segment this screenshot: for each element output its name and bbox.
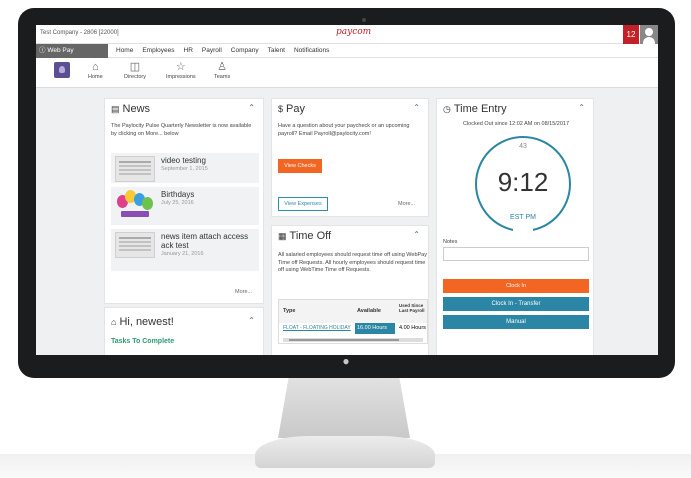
news-icon: ▤: [111, 104, 120, 114]
news-more-link[interactable]: More...: [235, 289, 252, 295]
pay-more-link[interactable]: More...: [398, 201, 415, 207]
clock-in-button[interactable]: Clock In: [443, 279, 589, 293]
top-bar: Test Company - 2806 [22000] paycom 12: [36, 25, 658, 44]
pay-card: $ Pay ⌃ Have a question about your payche…: [271, 98, 429, 217]
home-icon: ⌂: [111, 317, 117, 327]
news-item-date: January 21, 2016: [161, 251, 204, 257]
notification-badge[interactable]: 12: [623, 25, 639, 44]
nav-payroll[interactable]: Payroll: [202, 44, 222, 58]
main-nav: ⓘ Web Pay Home Employees HR Payroll Comp…: [36, 44, 658, 58]
company-name: Test Company - 2806 [22000]: [40, 30, 119, 36]
news-item-date: July 25, 2016: [161, 200, 194, 206]
apple-logo-icon: ●: [342, 354, 350, 368]
time-entry-card: ◷ Time Entry ⌃ Clocked Out since 12:02 AM…: [436, 98, 594, 355]
star-icon: ☆: [175, 61, 186, 73]
time-off-message: All salaried employees should request ti…: [278, 252, 427, 273]
pay-title: $ Pay: [278, 103, 305, 115]
quick-directory-label: Directory: [124, 74, 147, 80]
nav-notifications[interactable]: Notifications: [294, 44, 329, 58]
clock-status: Clocked Out since 12:02 AM on 08/15/2017: [462, 121, 570, 127]
quick-teams[interactable]: ♙ Teams: [214, 60, 230, 80]
news-intro: The Paylocity Pulse Quarterly Newsletter…: [111, 123, 252, 137]
collapse-pay-icon[interactable]: ⌃: [413, 103, 420, 112]
table-header: Type Available Used Since Last Payroll: [279, 300, 427, 323]
greeting-title: ⌂ Hi, newest!: [111, 316, 174, 328]
quick-teams-label: Teams: [214, 74, 231, 80]
brand-logo[interactable]: paycom: [336, 27, 371, 37]
tasks-heading: Tasks To Complete: [111, 338, 175, 345]
quick-impressions[interactable]: ☆ Impressions: [166, 60, 196, 80]
quick-home[interactable]: ⌂ Home: [88, 60, 103, 80]
teams-icon: ♙: [217, 61, 228, 73]
news-item-title: news item attach access ack test: [161, 232, 249, 250]
news-item-title: video testing: [161, 156, 206, 165]
news-title-text: News: [122, 103, 151, 115]
table-row: FLOAT - FLOATING HOLIDAY 16.00 Hours 4.0…: [279, 323, 427, 334]
clock-in-transfer-button[interactable]: Clock In - Transfer: [443, 297, 589, 311]
news-title: ▤ News: [111, 103, 150, 115]
greeting-title-text: Hi, newest!: [119, 316, 174, 328]
balloons-thumbnail: [115, 189, 155, 221]
time-off-card: ▦ Time Off ⌃ All salaried employees shoul…: [271, 225, 429, 355]
quick-home-label: Home: [88, 74, 103, 80]
dollar-icon: $: [278, 104, 284, 114]
notes-label: Notes: [443, 239, 458, 245]
calendar-icon: ▦: [278, 231, 287, 241]
manual-button[interactable]: Manual: [443, 315, 589, 329]
collapse-greeting-icon[interactable]: ⌃: [248, 316, 255, 325]
clock-icon: ◷: [443, 104, 451, 114]
notes-field[interactable]: [443, 247, 589, 261]
view-expenses-button[interactable]: View Expenses: [278, 197, 328, 211]
col-available: Available: [357, 308, 381, 314]
news-item-title: Birthdays: [161, 190, 195, 199]
monitor-stand: [278, 378, 410, 438]
time-off-title: ▦ Time Off: [278, 230, 331, 242]
time-off-table: Type Available Used Since Last Payroll F…: [278, 299, 428, 344]
avatar[interactable]: [54, 62, 70, 78]
quick-tools-bar: ⌂ Home ◫ Directory ☆ Impressions ♙ Teams: [36, 58, 658, 88]
collapse-time-entry-icon[interactable]: ⌃: [578, 103, 585, 112]
screen: Test Company - 2806 [22000] paycom 12 ⓘ …: [36, 25, 658, 355]
nav-company[interactable]: Company: [231, 44, 259, 58]
quick-impressions-label: Impressions: [166, 74, 196, 80]
directory-icon: ◫: [129, 61, 141, 73]
news-item-date: September 1, 2015: [161, 166, 208, 172]
used-hours: 4.00 Hours: [399, 325, 426, 331]
camera-dot: [362, 18, 366, 22]
nav-talent[interactable]: Talent: [268, 44, 285, 58]
greeting-card: ⌂ Hi, newest! ⌃ Tasks To Complete: [104, 307, 264, 355]
clock-zone: EST PM: [510, 214, 536, 221]
col-used: Used Since Last Payroll: [399, 303, 425, 313]
news-item[interactable]: news item attach access ack test January…: [111, 229, 259, 271]
view-checks-button[interactable]: View Checks: [278, 159, 322, 173]
nav-employees[interactable]: Employees: [142, 44, 174, 58]
table-scrollbar[interactable]: [283, 338, 423, 342]
time-off-type-link[interactable]: FLOAT - FLOATING HOLIDAY: [283, 323, 351, 334]
nav-home[interactable]: Home: [116, 44, 133, 58]
monitor-base: [255, 436, 435, 468]
news-item[interactable]: Birthdays July 25, 2016: [111, 187, 259, 225]
news-card: ▤ News ⌃ The Paylocity Pulse Quarterly Ne…: [104, 98, 264, 304]
available-hours: 16.00 Hours: [355, 323, 395, 334]
pay-title-text: Pay: [286, 103, 305, 115]
clock-seconds: 43: [519, 143, 527, 150]
time-entry-title-text: Time Entry: [453, 103, 507, 115]
news-item[interactable]: video testing September 1, 2015: [111, 153, 259, 183]
time-entry-title: ◷ Time Entry: [443, 103, 507, 115]
pay-message: Have a question about your paycheck or a…: [278, 123, 410, 137]
newspaper-thumbnail: [115, 232, 155, 258]
collapse-news-icon[interactable]: ⌃: [248, 103, 255, 112]
time-off-title-text: Time Off: [289, 230, 332, 242]
collapse-time-off-icon[interactable]: ⌃: [413, 230, 420, 239]
webpay-label: Web Pay: [47, 47, 74, 54]
clock-gap: [513, 224, 533, 234]
quick-directory[interactable]: ◫ Directory: [124, 60, 146, 80]
webpay-menu[interactable]: ⓘ Web Pay: [36, 44, 108, 58]
nav-hr[interactable]: HR: [184, 44, 193, 58]
newspaper-thumbnail: [115, 156, 155, 182]
clock-time: 9:12: [497, 167, 549, 197]
user-profile-icon[interactable]: [640, 25, 658, 44]
home-icon: ⌂: [92, 61, 99, 73]
col-type: Type: [283, 308, 296, 314]
